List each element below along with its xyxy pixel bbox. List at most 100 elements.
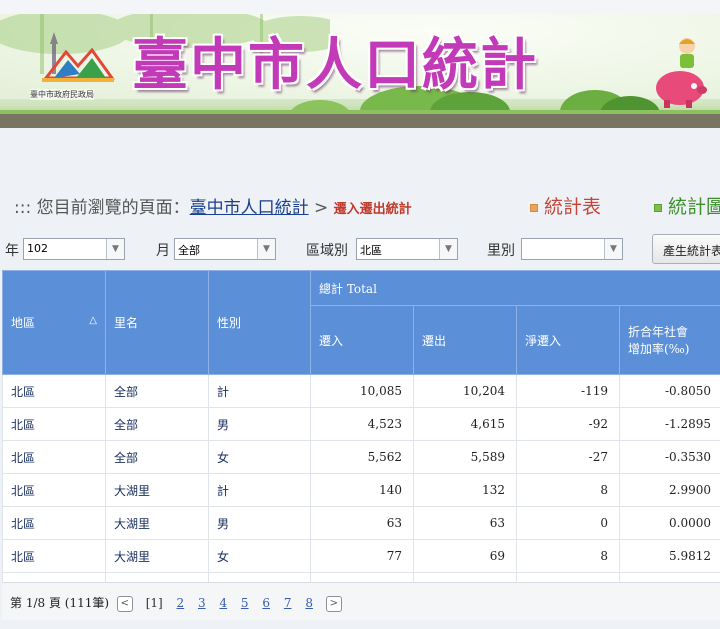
breadcrumb-prefix: ::: 您目前瀏覽的頁面： xyxy=(14,198,190,218)
cell-district: 北區 xyxy=(2,473,106,507)
table-row: 北區 大湖里 計 140 132 8 2.9900 xyxy=(2,473,720,507)
stats-chart-label: 統計圖 xyxy=(668,196,720,218)
prev-page-button[interactable]: < xyxy=(116,595,133,612)
cell-rate: 0.0000 xyxy=(619,506,720,540)
next-page-button[interactable]: > xyxy=(325,595,342,612)
cell-rate: 5.9812 xyxy=(619,539,720,573)
cell-rate: -0.3530 xyxy=(619,440,720,474)
cell-rate: -0.8050 xyxy=(619,374,720,408)
header-district-label: 地區 xyxy=(11,316,36,330)
pagination: 第 1/8 頁 (111筆) < [1] 2 3 4 5 6 7 8 > xyxy=(2,582,720,620)
header-rate-line2: 增加率(‰) xyxy=(628,342,690,356)
cell-district: 北區 xyxy=(2,539,106,573)
cell-village: 全部 xyxy=(105,374,209,408)
city-logo-icon xyxy=(42,47,115,82)
district-label: 區域別 xyxy=(306,243,348,259)
breadcrumb-separator: > xyxy=(314,198,329,218)
cell-net-in: 0 xyxy=(516,506,620,540)
cell-move-out: 5,589 xyxy=(413,440,517,474)
month-value: 全部 xyxy=(178,244,200,257)
banner-ground xyxy=(0,114,720,128)
piggy-bank-icon xyxy=(656,71,707,108)
bullet-icon xyxy=(530,203,538,212)
cell-village: 大湖里 xyxy=(105,506,209,540)
cell-move-in: 5,562 xyxy=(310,440,414,474)
cell-district: 北區 xyxy=(2,407,106,441)
stats-table-label: 統計表 xyxy=(544,196,602,218)
banner-title: 臺中市人口統計 xyxy=(132,33,538,98)
district-select[interactable]: 北區 ▼ xyxy=(356,238,458,260)
village-select[interactable]: ▼ xyxy=(521,238,623,260)
breadcrumb: ::: 您目前瀏覽的頁面：臺中市人口統計 > 遷入遷出統計 xyxy=(14,193,412,218)
cell-rate: 2.9900 xyxy=(619,473,720,507)
chevron-down-icon: ▼ xyxy=(257,239,275,259)
bullet-icon xyxy=(654,203,662,212)
cell-move-in: 63 xyxy=(310,506,414,540)
header-district[interactable]: 地區 △ xyxy=(2,270,106,375)
breadcrumb-current: 遷入遷出統計 xyxy=(333,202,412,217)
month-label: 月 xyxy=(156,243,170,259)
cell-village: 大湖里 xyxy=(105,473,209,507)
generate-table-button[interactable]: 產生統計表 xyxy=(652,234,720,264)
page-link-4[interactable]: 4 xyxy=(219,596,227,610)
year-select[interactable]: 102 ▼ xyxy=(23,238,125,260)
cell-district: 北區 xyxy=(2,374,106,408)
org-name: 臺中市政府民政局 xyxy=(30,89,94,100)
cell-gender: 男 xyxy=(208,506,311,540)
header-rate-line1: 折合年社會 xyxy=(628,325,689,339)
stats-table: 地區 △ 里名 性別 總計 Total 遷入 遷出 淨遷入 折合年社會 增加率(… xyxy=(2,270,720,583)
header-gender[interactable]: 性別 xyxy=(208,270,311,375)
district-value: 北區 xyxy=(360,244,382,257)
page-link-3[interactable]: 3 xyxy=(198,596,206,610)
page-link-8[interactable]: 8 xyxy=(305,596,313,610)
header-group-total: 總計 Total xyxy=(310,270,720,306)
top-strip xyxy=(0,0,720,14)
table-row: 北區 全部 女 5,562 5,589 -27 -0.3530 xyxy=(2,440,720,474)
header-rate[interactable]: 折合年社會 增加率(‰) xyxy=(619,305,720,375)
cell-move-out: 4,615 xyxy=(413,407,517,441)
chevron-down-icon: ▼ xyxy=(439,239,457,259)
cell-move-out: 63 xyxy=(413,506,517,540)
cell-move-out: 10,204 xyxy=(413,374,517,408)
table-row: 北區 大湖里 女 77 69 8 5.9812 xyxy=(2,539,720,573)
cell-net-in: -92 xyxy=(516,407,620,441)
year-value: 102 xyxy=(27,242,48,255)
table-row: 北區 全部 計 10,085 10,204 -119 -0.8050 xyxy=(2,374,720,408)
chevron-down-icon: ▼ xyxy=(106,239,124,259)
cell-gender: 女 xyxy=(208,440,311,474)
table-row: 北區 全部 男 4,523 4,615 -92 -1.2895 xyxy=(2,407,720,441)
cell-move-in: 140 xyxy=(310,473,414,507)
stats-chart-link[interactable]: 統計圖 xyxy=(654,192,720,219)
page-link-7[interactable]: 7 xyxy=(284,596,292,610)
cell-move-out: 132 xyxy=(413,473,517,507)
sort-asc-icon: △ xyxy=(89,315,97,326)
page-current: [1] xyxy=(145,596,163,610)
cell-village: 全部 xyxy=(105,407,209,441)
cell-village: 大湖里 xyxy=(105,539,209,573)
table-row-partial xyxy=(2,572,720,583)
table-row: 北區 大湖里 男 63 63 0 0.0000 xyxy=(2,506,720,540)
header-move-out[interactable]: 遷出 xyxy=(413,305,517,375)
site-banner: 臺中市政府民政局 臺中市人口統計 xyxy=(0,14,720,128)
page-link-2[interactable]: 2 xyxy=(177,596,185,610)
stats-table-link[interactable]: 統計表 xyxy=(530,192,601,219)
header-move-in[interactable]: 遷入 xyxy=(310,305,414,375)
month-select[interactable]: 全部 ▼ xyxy=(174,238,276,260)
cell-net-in: -27 xyxy=(516,440,620,474)
header-net-in[interactable]: 淨遷入 xyxy=(516,305,620,375)
cell-district: 北區 xyxy=(2,440,106,474)
breadcrumb-home-link[interactable]: 臺中市人口統計 xyxy=(190,198,309,218)
cell-village: 全部 xyxy=(105,440,209,474)
cell-gender: 男 xyxy=(208,407,311,441)
cell-move-in: 77 xyxy=(310,539,414,573)
cell-gender: 計 xyxy=(208,473,311,507)
village-label: 里別 xyxy=(487,243,515,259)
cell-net-in: 8 xyxy=(516,539,620,573)
page-link-6[interactable]: 6 xyxy=(262,596,270,610)
cell-move-out: 69 xyxy=(413,539,517,573)
page-link-5[interactable]: 5 xyxy=(241,596,249,610)
header-village[interactable]: 里名 xyxy=(105,270,209,375)
cell-net-in: 8 xyxy=(516,473,620,507)
cell-gender: 計 xyxy=(208,374,311,408)
cell-net-in: -119 xyxy=(516,374,620,408)
